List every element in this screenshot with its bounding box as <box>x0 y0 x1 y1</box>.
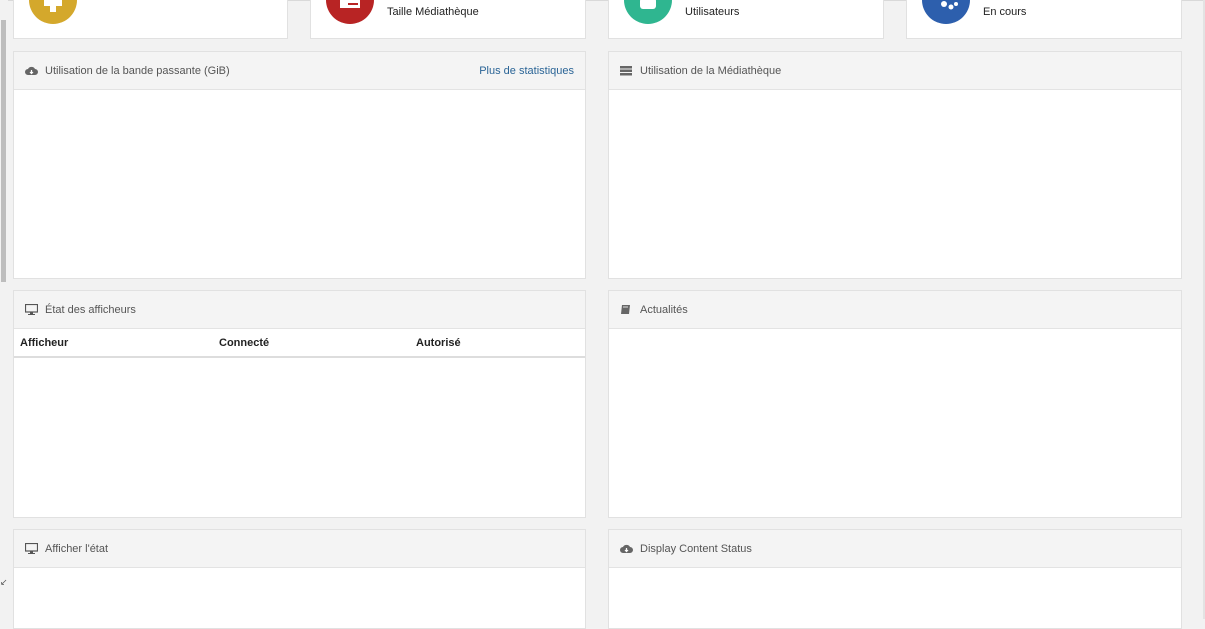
users-icon <box>624 0 672 24</box>
scrollbar-thumb[interactable] <box>1 20 6 282</box>
bandwidth-panel-title: Utilisation de la bande passante (GiB) <box>45 64 230 77</box>
content-status-panel-header: Display Content Status <box>609 530 1181 568</box>
stat-label-in-progress: En cours <box>983 6 1027 18</box>
content-status-panel-title: Display Content Status <box>640 542 752 555</box>
displays-panel: État des afficheurs Afficheur Connecté A… <box>13 290 586 518</box>
display-state-panel-title: Afficher l'état <box>45 542 109 555</box>
more-statistics-link[interactable]: Plus de statistiques <box>479 65 574 77</box>
book-icon <box>620 304 634 316</box>
content-status-panel: Display Content Status <box>608 529 1182 629</box>
column-header-display[interactable]: Afficheur <box>14 329 213 358</box>
displays-panel-header: État des afficheurs <box>14 291 585 329</box>
left-scrollbar[interactable] <box>0 0 8 619</box>
mouse-cursor-icon: ↙ <box>0 577 8 587</box>
column-header-authorized[interactable]: Autorisé <box>410 329 585 358</box>
news-panel: Actualités <box>608 290 1182 518</box>
library-usage-panel: Utilisation de la Médiathèque <box>608 51 1182 279</box>
database-icon <box>620 65 634 77</box>
cloud-icon <box>25 65 39 77</box>
library-usage-panel-title: Utilisation de la Médiathèque <box>640 64 782 77</box>
display-state-panel: Afficher l'état <box>13 529 586 629</box>
monitor-icon <box>25 304 39 316</box>
stat-card-1[interactable] <box>13 0 288 39</box>
gears-icon <box>922 0 970 24</box>
news-panel-header: Actualités <box>609 291 1181 329</box>
bandwidth-panel-header: Utilisation de la bande passante (GiB) P… <box>14 52 585 90</box>
cloud-download-icon <box>620 543 634 555</box>
stat-label-library-size: Taille Médiathèque <box>387 6 479 18</box>
stat-icon-1 <box>29 0 77 24</box>
displays-table: Afficheur Connecté Autorisé <box>14 329 585 358</box>
library-size-icon <box>326 0 374 24</box>
bandwidth-panel: Utilisation de la bande passante (GiB) P… <box>13 51 586 279</box>
library-usage-panel-header: Utilisation de la Médiathèque <box>609 52 1181 90</box>
column-header-connected[interactable]: Connecté <box>213 329 410 358</box>
news-panel-title: Actualités <box>640 303 688 316</box>
stat-card-users[interactable]: Utilisateurs <box>608 0 884 39</box>
stat-label-users: Utilisateurs <box>685 6 740 18</box>
stat-card-in-progress[interactable]: En cours <box>906 0 1182 39</box>
stat-card-library-size[interactable]: Taille Médiathèque <box>310 0 586 39</box>
monitor-icon <box>25 543 39 555</box>
display-state-panel-header: Afficher l'état <box>14 530 585 568</box>
displays-panel-title: État des afficheurs <box>45 303 136 316</box>
